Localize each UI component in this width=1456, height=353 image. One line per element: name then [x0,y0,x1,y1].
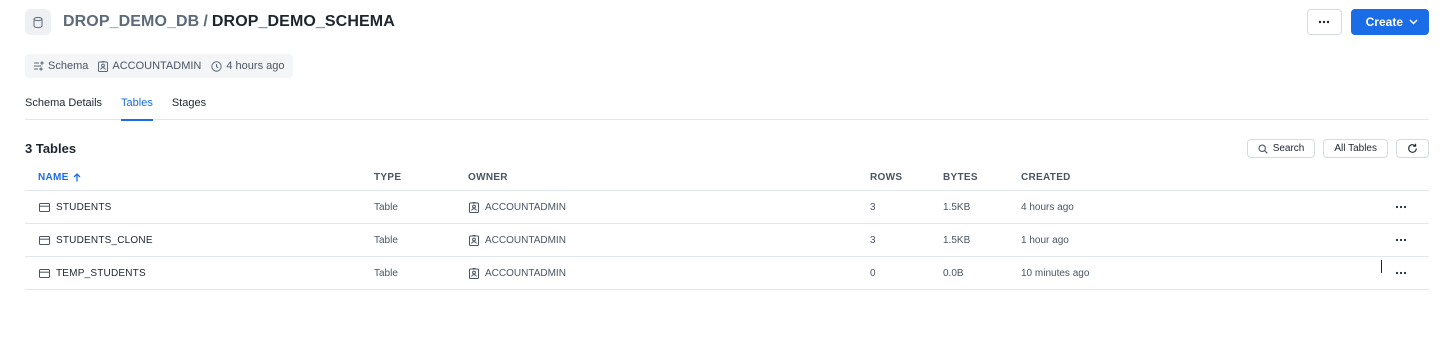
column-header-owner[interactable]: OWNER [468,172,508,183]
row-more-button[interactable] [1393,233,1409,247]
owner-badge-icon [98,60,109,72]
table-count: 3 Tables [25,141,77,156]
row-type: Table [374,235,398,246]
sort-ascending-icon [73,173,81,182]
more-horizontal-icon [1395,238,1407,242]
table-icon [39,203,50,212]
row-owner-label: ACCOUNTADMIN [485,268,566,279]
row-owner-label: ACCOUNTADMIN [485,202,566,213]
row-created: 4 hours ago [1021,202,1074,213]
tab-tables[interactable]: Tables [121,95,153,121]
table-icon [39,236,50,245]
breadcrumb-schema: DROP_DEMO_SCHEMA [211,13,395,30]
breadcrumb-separator: / [203,13,208,30]
search-icon [1258,143,1268,154]
database-icon [25,9,51,35]
meta-created: 4 hours ago [211,60,284,72]
owner-badge-icon [469,235,479,246]
table-row[interactable]: STUDENTS_CLONE Table ACCOUNTADMIN 3 1.5K… [25,224,1429,257]
row-bytes: 1.5KB [943,202,971,213]
row-rows: 3 [870,235,876,246]
search-button-label: Search [1272,143,1305,154]
owner-badge-icon [469,202,479,213]
refresh-icon [1408,143,1417,153]
text-cursor [1381,260,1382,273]
row-owner-label: ACCOUNTADMIN [485,235,566,246]
table-icon [39,269,50,278]
refresh-button[interactable] [1396,139,1429,158]
row-type: Table [374,268,398,279]
row-name-cell[interactable]: STUDENTS_CLONE [39,235,153,246]
meta-type-label: Schema [48,60,89,72]
more-horizontal-icon [1318,20,1330,24]
row-owner: ACCOUNTADMIN [469,235,566,246]
row-type: Table [374,202,398,213]
row-name: STUDENTS [56,202,112,213]
create-button-label: Create [1365,15,1403,29]
more-horizontal-icon [1395,205,1407,209]
page-header: DROP_DEMO_DB / DROP_DEMO_SCHEMA [25,9,395,35]
more-horizontal-icon [1395,271,1407,275]
table-header: NAME TYPE OWNER ROWS BYTES CREATED [25,166,1429,191]
row-name: TEMP_STUDENTS [56,268,146,279]
create-button[interactable]: Create [1350,9,1429,35]
page-title: DROP_DEMO_DB / DROP_DEMO_SCHEMA [63,13,395,31]
row-more-button[interactable] [1393,266,1409,280]
column-header-type[interactable]: TYPE [374,172,401,183]
search-button[interactable]: Search [1246,139,1316,158]
row-bytes: 1.5KB [943,235,971,246]
chevron-down-icon [1409,19,1418,25]
meta-created-label: 4 hours ago [226,60,285,72]
owner-badge-icon [469,268,479,279]
row-created: 1 hour ago [1021,235,1069,246]
row-bytes: 0.0B [943,268,964,279]
all-tables-filter[interactable]: All Tables [1323,139,1388,158]
row-rows: 3 [870,202,876,213]
column-header-name-label: NAME [38,172,69,183]
column-header-created[interactable]: CREATED [1021,172,1071,183]
more-actions-button[interactable] [1306,9,1342,35]
row-rows: 0 [870,268,876,279]
all-tables-filter-label: All Tables [1334,143,1377,154]
tab-stages[interactable]: Stages [172,95,206,120]
schema-meta: Schema ACCOUNTADMIN 4 hours ago [25,54,294,78]
row-name: STUDENTS_CLONE [56,235,153,246]
row-created: 10 minutes ago [1021,268,1090,279]
row-more-button[interactable] [1393,200,1409,214]
row-owner: ACCOUNTADMIN [469,202,566,213]
top-actions: Create [1306,9,1429,35]
meta-type: Schema [33,60,88,72]
row-owner: ACCOUNTADMIN [469,268,566,279]
table-row[interactable]: TEMP_STUDENTS Table ACCOUNTADMIN 0 0.0B … [25,257,1429,290]
clock-icon [211,60,223,72]
schema-icon [34,61,44,71]
column-header-bytes[interactable]: BYTES [943,172,978,183]
column-header-name[interactable]: NAME [38,172,81,183]
schema-tabs: Schema Details Tables Stages [25,95,1429,121]
tab-schema-details[interactable]: Schema Details [25,95,102,120]
column-header-rows[interactable]: ROWS [870,172,902,183]
meta-owner: ACCOUNTADMIN [98,60,201,72]
meta-owner-label: ACCOUNTADMIN [112,60,202,72]
row-name-cell[interactable]: TEMP_STUDENTS [39,268,146,279]
row-name-cell[interactable]: STUDENTS [39,202,112,213]
table-toolbar: Search All Tables [1246,139,1429,158]
table-row[interactable]: STUDENTS Table ACCOUNTADMIN 3 1.5KB 4 ho… [25,191,1429,224]
tables-table: NAME TYPE OWNER ROWS BYTES CREATED STUDE… [25,166,1429,290]
breadcrumb-database[interactable]: DROP_DEMO_DB [63,13,199,30]
